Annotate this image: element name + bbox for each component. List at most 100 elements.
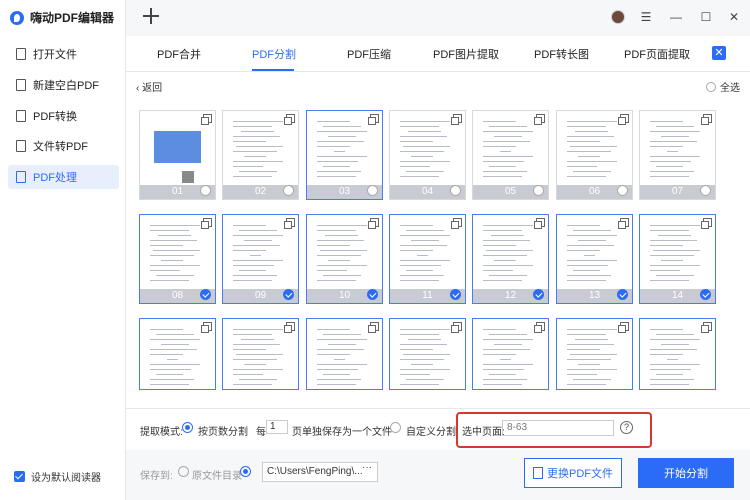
copy-icon[interactable] — [284, 114, 295, 125]
copy-icon[interactable] — [451, 114, 462, 125]
unchecked-icon[interactable] — [283, 185, 294, 196]
page-thumbnail[interactable]: 06 — [556, 110, 633, 200]
page-thumbnail[interactable]: 19 — [472, 318, 549, 390]
unchecked-icon[interactable] — [450, 185, 461, 196]
checked-icon[interactable] — [283, 289, 294, 300]
copy-icon[interactable] — [368, 322, 379, 333]
text-line — [650, 131, 700, 132]
save-path-input[interactable]: C:\Users\FengPing\... — [262, 462, 378, 482]
minimize-button[interactable]: — — [668, 9, 684, 25]
pages-per-file-input[interactable]: 1 — [266, 420, 288, 434]
close-panel-button[interactable]: ✕ — [712, 46, 726, 60]
text-line — [333, 359, 345, 360]
copy-icon[interactable] — [201, 114, 212, 125]
tab-pdf-merge[interactable]: PDF合并 — [157, 46, 201, 62]
browse-button[interactable]: ··· — [362, 462, 372, 473]
copy-icon[interactable] — [701, 218, 712, 229]
close-window-button[interactable]: ✕ — [726, 9, 742, 25]
unchecked-icon[interactable] — [200, 185, 211, 196]
page-thumbnail[interactable]: 09 — [222, 214, 299, 304]
page-thumbnail[interactable]: 07 — [639, 110, 716, 200]
default-reader-checkbox[interactable] — [14, 471, 25, 482]
page-thumbnail[interactable]: 21 — [639, 318, 716, 390]
copy-icon[interactable] — [534, 218, 545, 229]
copy-icon[interactable] — [368, 114, 379, 125]
custom-path-radio[interactable] — [240, 466, 251, 477]
page-thumbnail[interactable]: 20 — [556, 318, 633, 390]
copy-icon[interactable] — [618, 218, 629, 229]
by-pages-radio[interactable] — [182, 422, 193, 433]
tab-pdf-long-image[interactable]: PDF转长图 — [534, 46, 589, 62]
page-thumbnail[interactable]: 04 — [389, 110, 466, 200]
page-thumbnail[interactable]: 15 — [139, 318, 216, 390]
text-line — [317, 384, 356, 385]
copy-icon[interactable] — [534, 322, 545, 333]
unchecked-icon[interactable] — [617, 185, 628, 196]
page-thumbnail[interactable]: 18 — [389, 318, 466, 390]
page-thumbnail[interactable]: 13 — [556, 214, 633, 304]
page-thumbnail[interactable]: 12 — [472, 214, 549, 304]
copy-icon[interactable] — [618, 322, 629, 333]
copy-icon[interactable] — [368, 218, 379, 229]
select-all-radio[interactable] — [706, 81, 716, 92]
unchecked-icon[interactable] — [533, 185, 544, 196]
copy-icon[interactable] — [618, 114, 629, 125]
replace-pdf-button[interactable]: 更换PDF文件 — [524, 458, 622, 488]
new-tab-button[interactable] — [142, 7, 160, 25]
tab-pdf-image-extract[interactable]: PDF图片提取 — [433, 46, 499, 62]
checked-icon[interactable] — [367, 289, 378, 300]
select-all-option[interactable]: 全选 — [706, 79, 740, 94]
page-thumbnail[interactable]: 03 — [306, 110, 383, 200]
page-thumbnail[interactable]: 08 — [139, 214, 216, 304]
sidebar-item-pdf-convert[interactable]: PDF转换 — [8, 104, 119, 128]
copy-icon[interactable] — [451, 218, 462, 229]
tab-pdf-split[interactable]: PDF分割 — [252, 46, 296, 62]
sidebar-item-pdf-process[interactable]: PDF处理 — [8, 165, 119, 189]
page-thumbnail[interactable]: 02 — [222, 110, 299, 200]
page-thumbnail[interactable]: 05 — [472, 110, 549, 200]
checked-icon[interactable] — [617, 289, 628, 300]
copy-icon[interactable] — [284, 322, 295, 333]
text-line — [317, 265, 367, 266]
page-thumbnail[interactable]: 17 — [306, 318, 383, 390]
text-line — [244, 240, 272, 241]
custom-split-radio[interactable] — [390, 422, 401, 433]
unchecked-icon[interactable] — [367, 185, 378, 196]
page-thumbnail[interactable]: 10 — [306, 214, 383, 304]
default-reader-option[interactable]: 设为默认阅读器 — [14, 469, 101, 484]
sidebar-item-open-file[interactable]: 打开文件 — [8, 42, 119, 66]
text-line — [244, 364, 266, 365]
page-thumbnail[interactable]: 01 — [139, 110, 216, 200]
copy-icon[interactable] — [201, 322, 212, 333]
page-thumbnail[interactable]: 11 — [389, 214, 466, 304]
start-split-button[interactable]: 开始分割 — [638, 458, 734, 488]
copy-icon[interactable] — [451, 322, 462, 333]
copy-icon[interactable] — [534, 114, 545, 125]
page-preview — [317, 219, 372, 287]
sidebar-item-file-to-pdf[interactable]: 文件转PDF — [8, 134, 119, 158]
page-thumbnail[interactable]: 14 — [639, 214, 716, 304]
text-line — [322, 275, 361, 276]
tab-pdf-page-extract[interactable]: PDF页面提取 — [624, 46, 690, 62]
original-dir-radio[interactable] — [178, 466, 189, 477]
copy-icon[interactable] — [201, 218, 212, 229]
checked-icon[interactable] — [450, 289, 461, 300]
sidebar-item-new-pdf[interactable]: 新建空白PDF — [8, 73, 119, 97]
maximize-button[interactable]: ☐ — [698, 9, 714, 25]
copy-icon[interactable] — [284, 218, 295, 229]
text-line — [317, 329, 350, 330]
page-preview — [650, 219, 705, 287]
checked-icon[interactable] — [200, 289, 211, 300]
checked-icon[interactable] — [700, 289, 711, 300]
tab-pdf-compress[interactable]: PDF压缩 — [347, 46, 391, 62]
text-line — [650, 255, 694, 256]
copy-icon[interactable] — [701, 322, 712, 333]
unchecked-icon[interactable] — [700, 185, 711, 196]
avatar[interactable] — [611, 10, 625, 24]
checked-icon[interactable] — [533, 289, 544, 300]
copy-icon[interactable] — [701, 114, 712, 125]
back-button[interactable]: ‹ 返回 — [136, 79, 162, 94]
text-line — [575, 131, 609, 132]
page-thumbnail[interactable]: 16 — [222, 318, 299, 390]
menu-icon[interactable]: ☰ — [638, 9, 654, 25]
